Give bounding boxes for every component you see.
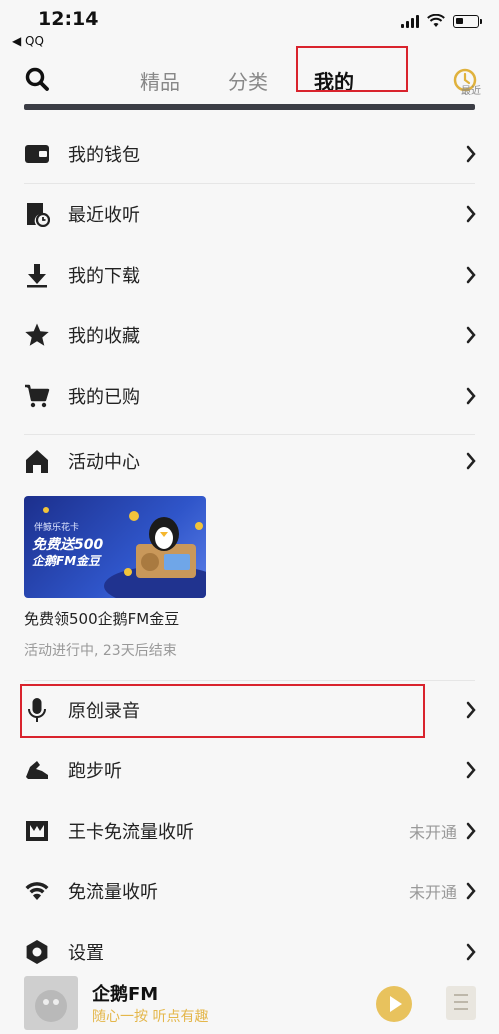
chevron-right-icon: [466, 701, 476, 719]
player-title: 企鹅FM: [92, 984, 159, 1005]
mini-player[interactable]: 企鹅FM 随心一按 听点有趣: [0, 972, 499, 1030]
promo-subtitle: 活动进行中, 23天后结束: [24, 643, 177, 659]
chevron-right-icon: [466, 822, 476, 839]
promo-banner-line1: 伴鲸乐花卡: [34, 523, 80, 533]
gear-icon: [26, 939, 48, 964]
promo-banner[interactable]: 伴鲸乐花卡 免费送500 企鹅FM金豆: [24, 496, 206, 598]
playlist-icon: [454, 994, 468, 1010]
menu-item-downloads[interactable]: 我的下载: [0, 245, 499, 306]
menu-item-activity-center[interactable]: 活动中心: [0, 426, 499, 496]
chevron-right-icon: [466, 883, 476, 900]
menu-item-running[interactable]: 跑步听: [0, 740, 499, 801]
menu-list-lower: 原创录音 跑步听 王卡免流量收听 未开通 免流量收听 未开通 设置: [0, 680, 499, 982]
signal-icon: [401, 14, 419, 28]
back-to-app-link[interactable]: ◀ QQ: [12, 34, 44, 48]
menu-label-downloads: 我的下载: [68, 265, 140, 287]
playlist-button[interactable]: [446, 986, 476, 1020]
play-icon: [390, 996, 402, 1012]
menu-item-favorites[interactable]: 我的收藏: [0, 305, 499, 366]
free-data-status: 未开通: [408, 883, 457, 903]
menu-item-recent-listen[interactable]: 最近收听: [0, 184, 499, 245]
recent-label[interactable]: 最近: [461, 82, 481, 97]
status-time: 12:14: [38, 8, 99, 30]
menu-item-wangka[interactable]: 王卡免流量收听 未开通: [0, 801, 499, 862]
player-subtitle: 随心一按 听点有趣: [92, 1009, 209, 1025]
wangka-icon: [26, 820, 48, 841]
menu-label-wangka: 王卡免流量收听: [68, 821, 194, 843]
cart-icon: [25, 384, 50, 407]
search-icon[interactable]: [24, 66, 50, 92]
star-icon: [25, 323, 49, 347]
wallet-icon: [25, 145, 49, 163]
chevron-right-icon: [466, 943, 476, 960]
menu-label-purchased: 我的已购: [68, 386, 140, 408]
highlight-box-tab: [296, 46, 408, 92]
chevron-right-icon: [466, 452, 476, 470]
wifi-signal-icon: [25, 882, 49, 901]
running-shoe-icon: [26, 761, 48, 780]
chevron-right-icon: [466, 387, 476, 404]
menu-item-free-data[interactable]: 免流量收听 未开通: [0, 861, 499, 922]
menu-label-wallet: 我的钱包: [68, 145, 140, 166]
menu-label-free-data: 免流量收听: [68, 882, 158, 904]
tab-jingpin[interactable]: 精品: [140, 66, 180, 95]
chevron-right-icon: [466, 206, 476, 223]
home-icon: [26, 450, 48, 473]
top-nav: 精品 分类 我的: [0, 46, 499, 104]
menu-label-settings: 设置: [68, 942, 104, 964]
chevron-right-icon: [466, 762, 476, 779]
player-cover-art[interactable]: [24, 976, 78, 1030]
penguin-logo-icon: [35, 990, 67, 1022]
highlight-box-recording: [20, 684, 425, 738]
wifi-icon: [427, 14, 445, 27]
menu-label-running: 跑步听: [68, 761, 122, 783]
chevron-right-icon: [466, 145, 476, 163]
chevron-right-icon: [466, 266, 476, 283]
battery-icon: [453, 14, 482, 28]
status-bar: 12:14 ◀ QQ: [0, 0, 499, 52]
menu-item-wallet[interactable]: 我的钱包: [0, 124, 499, 184]
nav-divider: [24, 104, 475, 110]
menu-item-original-recording[interactable]: 原创录音: [0, 680, 499, 740]
menu-label-recent-listen: 最近收听: [68, 205, 140, 227]
menu-item-purchased[interactable]: 我的已购: [0, 366, 499, 427]
menu-label-favorites: 我的收藏: [68, 326, 140, 348]
recent-listen-icon: [27, 203, 50, 228]
chevron-right-icon: [466, 327, 476, 344]
menu-list: 我的钱包 最近收听 我的下载 我的收藏 我的已购 活动中心: [0, 124, 499, 496]
promo-banner-line2: 免费送500: [32, 537, 104, 553]
promo-banner-line3: 企鹅FM金豆: [32, 554, 101, 568]
promo-title[interactable]: 免费领500企鹅FM金豆: [24, 608, 179, 629]
download-icon: [27, 263, 47, 288]
status-icons: [401, 14, 482, 28]
wangka-status: 未开通: [408, 822, 457, 842]
tab-fenlei[interactable]: 分类: [228, 66, 268, 95]
play-button[interactable]: [376, 986, 412, 1022]
menu-label-activity-center: 活动中心: [68, 452, 140, 473]
